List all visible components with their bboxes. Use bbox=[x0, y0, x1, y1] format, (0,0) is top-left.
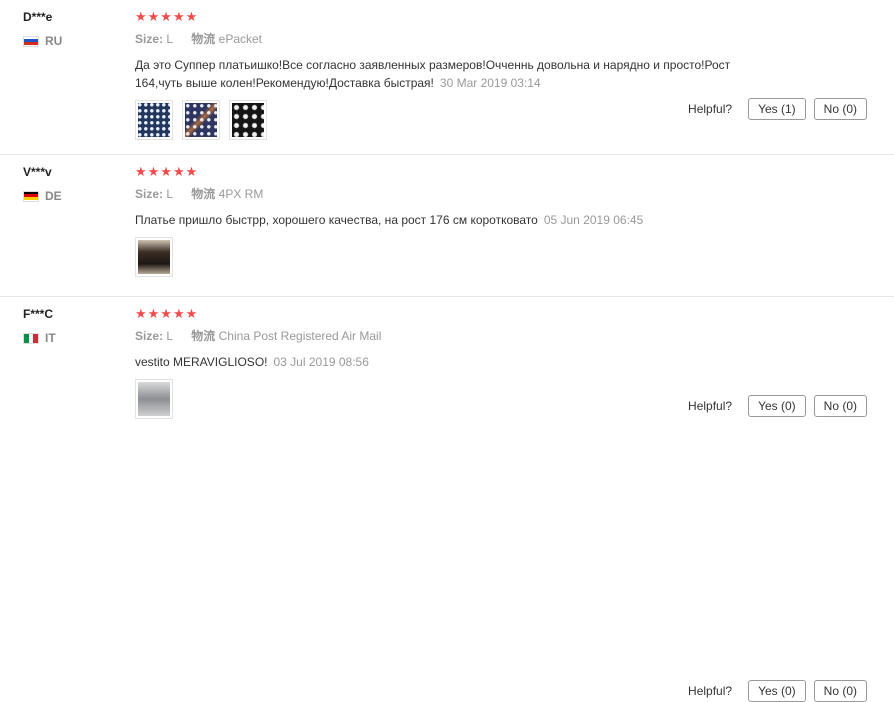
review-date: 03 Jul 2019 08:56 bbox=[273, 355, 369, 369]
review-content: ★★★★★ Size: L 物流 4PX RM Платье пришло бы… bbox=[135, 165, 755, 277]
reviewer-info: D***e RU bbox=[23, 10, 62, 48]
shipping-label: 物流 bbox=[191, 32, 216, 46]
flag-de-icon bbox=[23, 190, 39, 202]
review-photo-thumbnail[interactable] bbox=[135, 100, 173, 140]
country-code: RU bbox=[45, 34, 63, 48]
size-label: Size: bbox=[135, 187, 164, 201]
review-content: ★★★★★ Size: L 物流 China Post Registered A… bbox=[135, 307, 755, 419]
star-rating: ★★★★★ bbox=[135, 306, 199, 321]
shipping-value: ePacket bbox=[218, 32, 262, 46]
flag-ru-icon bbox=[23, 35, 39, 47]
review-content: ★★★★★ Size: L 物流 ePacket Да это Суппер п… bbox=[135, 10, 755, 140]
review-text-block: Да это Суппер платьишко!Все согласно зая… bbox=[135, 56, 755, 92]
helpful-no-button[interactable]: No (0) bbox=[813, 680, 867, 702]
review-text-block: Платье пришло быстрр, хорошего качества,… bbox=[135, 211, 755, 229]
review-photos bbox=[135, 100, 755, 140]
review-text: Платье пришло быстрр, хорошего качества,… bbox=[135, 213, 538, 227]
review-date: 05 Jun 2019 06:45 bbox=[543, 213, 644, 227]
reviewer-name: V***v bbox=[23, 165, 52, 179]
review-photo-thumbnail[interactable] bbox=[135, 379, 173, 419]
reviewer-country: RU bbox=[23, 34, 62, 48]
review-photo-thumbnail[interactable] bbox=[135, 237, 173, 277]
helpful-yes-button[interactable]: Yes (1) bbox=[748, 98, 806, 120]
review-photo-thumbnail[interactable] bbox=[229, 100, 267, 140]
country-code: DE bbox=[45, 189, 62, 203]
helpful-controls: Helpful? Yes (1) No (0) bbox=[688, 98, 867, 120]
size-value: L bbox=[166, 329, 173, 343]
shipping-label: 物流 bbox=[191, 187, 216, 201]
review-photos bbox=[135, 379, 755, 419]
review-item: D***e RU ★★★★★ Size: L 物流 ePacket Да это… bbox=[0, 0, 894, 155]
reviewer-country: IT bbox=[23, 331, 56, 345]
country-code: IT bbox=[45, 331, 56, 345]
reviewer-info: F***C IT bbox=[23, 307, 56, 345]
helpful-label: Helpful? bbox=[688, 102, 733, 116]
shipping-label: 物流 bbox=[191, 329, 216, 343]
helpful-controls: Helpful? Yes (0) No (0) bbox=[688, 680, 867, 702]
review-item: V***v DE ★★★★★ Size: L 物流 4PX RM Платье … bbox=[0, 155, 894, 417]
review-photo-thumbnail[interactable] bbox=[182, 100, 220, 140]
reviewer-country: DE bbox=[23, 189, 62, 203]
size-value: L bbox=[166, 187, 173, 201]
size-value: L bbox=[166, 32, 173, 46]
review-meta: Size: L 物流 4PX RM bbox=[135, 185, 755, 202]
review-text: Да это Суппер платьишко!Все согласно зая… bbox=[135, 58, 731, 90]
reviewer-name: F***C bbox=[23, 307, 54, 321]
review-date: 30 Mar 2019 03:14 bbox=[439, 76, 541, 90]
shipping-value: China Post Registered Air Mail bbox=[218, 329, 382, 343]
flag-it-icon bbox=[23, 332, 39, 344]
review-text-block: vestito MERAVIGLIOSO! 03 Jul 2019 08:56 bbox=[135, 353, 755, 371]
review-meta: Size: L 物流 ePacket bbox=[135, 30, 755, 47]
helpful-label: Helpful? bbox=[688, 684, 733, 698]
star-rating: ★★★★★ bbox=[135, 9, 199, 24]
reviewer-info: V***v DE bbox=[23, 165, 62, 203]
helpful-yes-button[interactable]: Yes (0) bbox=[748, 680, 806, 702]
star-rating: ★★★★★ bbox=[135, 164, 199, 179]
size-label: Size: bbox=[135, 329, 164, 343]
review-photos bbox=[135, 237, 755, 277]
review-meta: Size: L 物流 China Post Registered Air Mai… bbox=[135, 327, 755, 344]
review-text: vestito MERAVIGLIOSO! bbox=[135, 355, 268, 369]
shipping-value: 4PX RM bbox=[218, 187, 264, 201]
review-item: F***C IT ★★★★★ Size: L 物流 China Post Reg… bbox=[0, 297, 894, 702]
reviewer-name: D***e bbox=[23, 10, 53, 24]
size-label: Size: bbox=[135, 32, 164, 46]
helpful-no-button[interactable]: No (0) bbox=[813, 98, 867, 120]
